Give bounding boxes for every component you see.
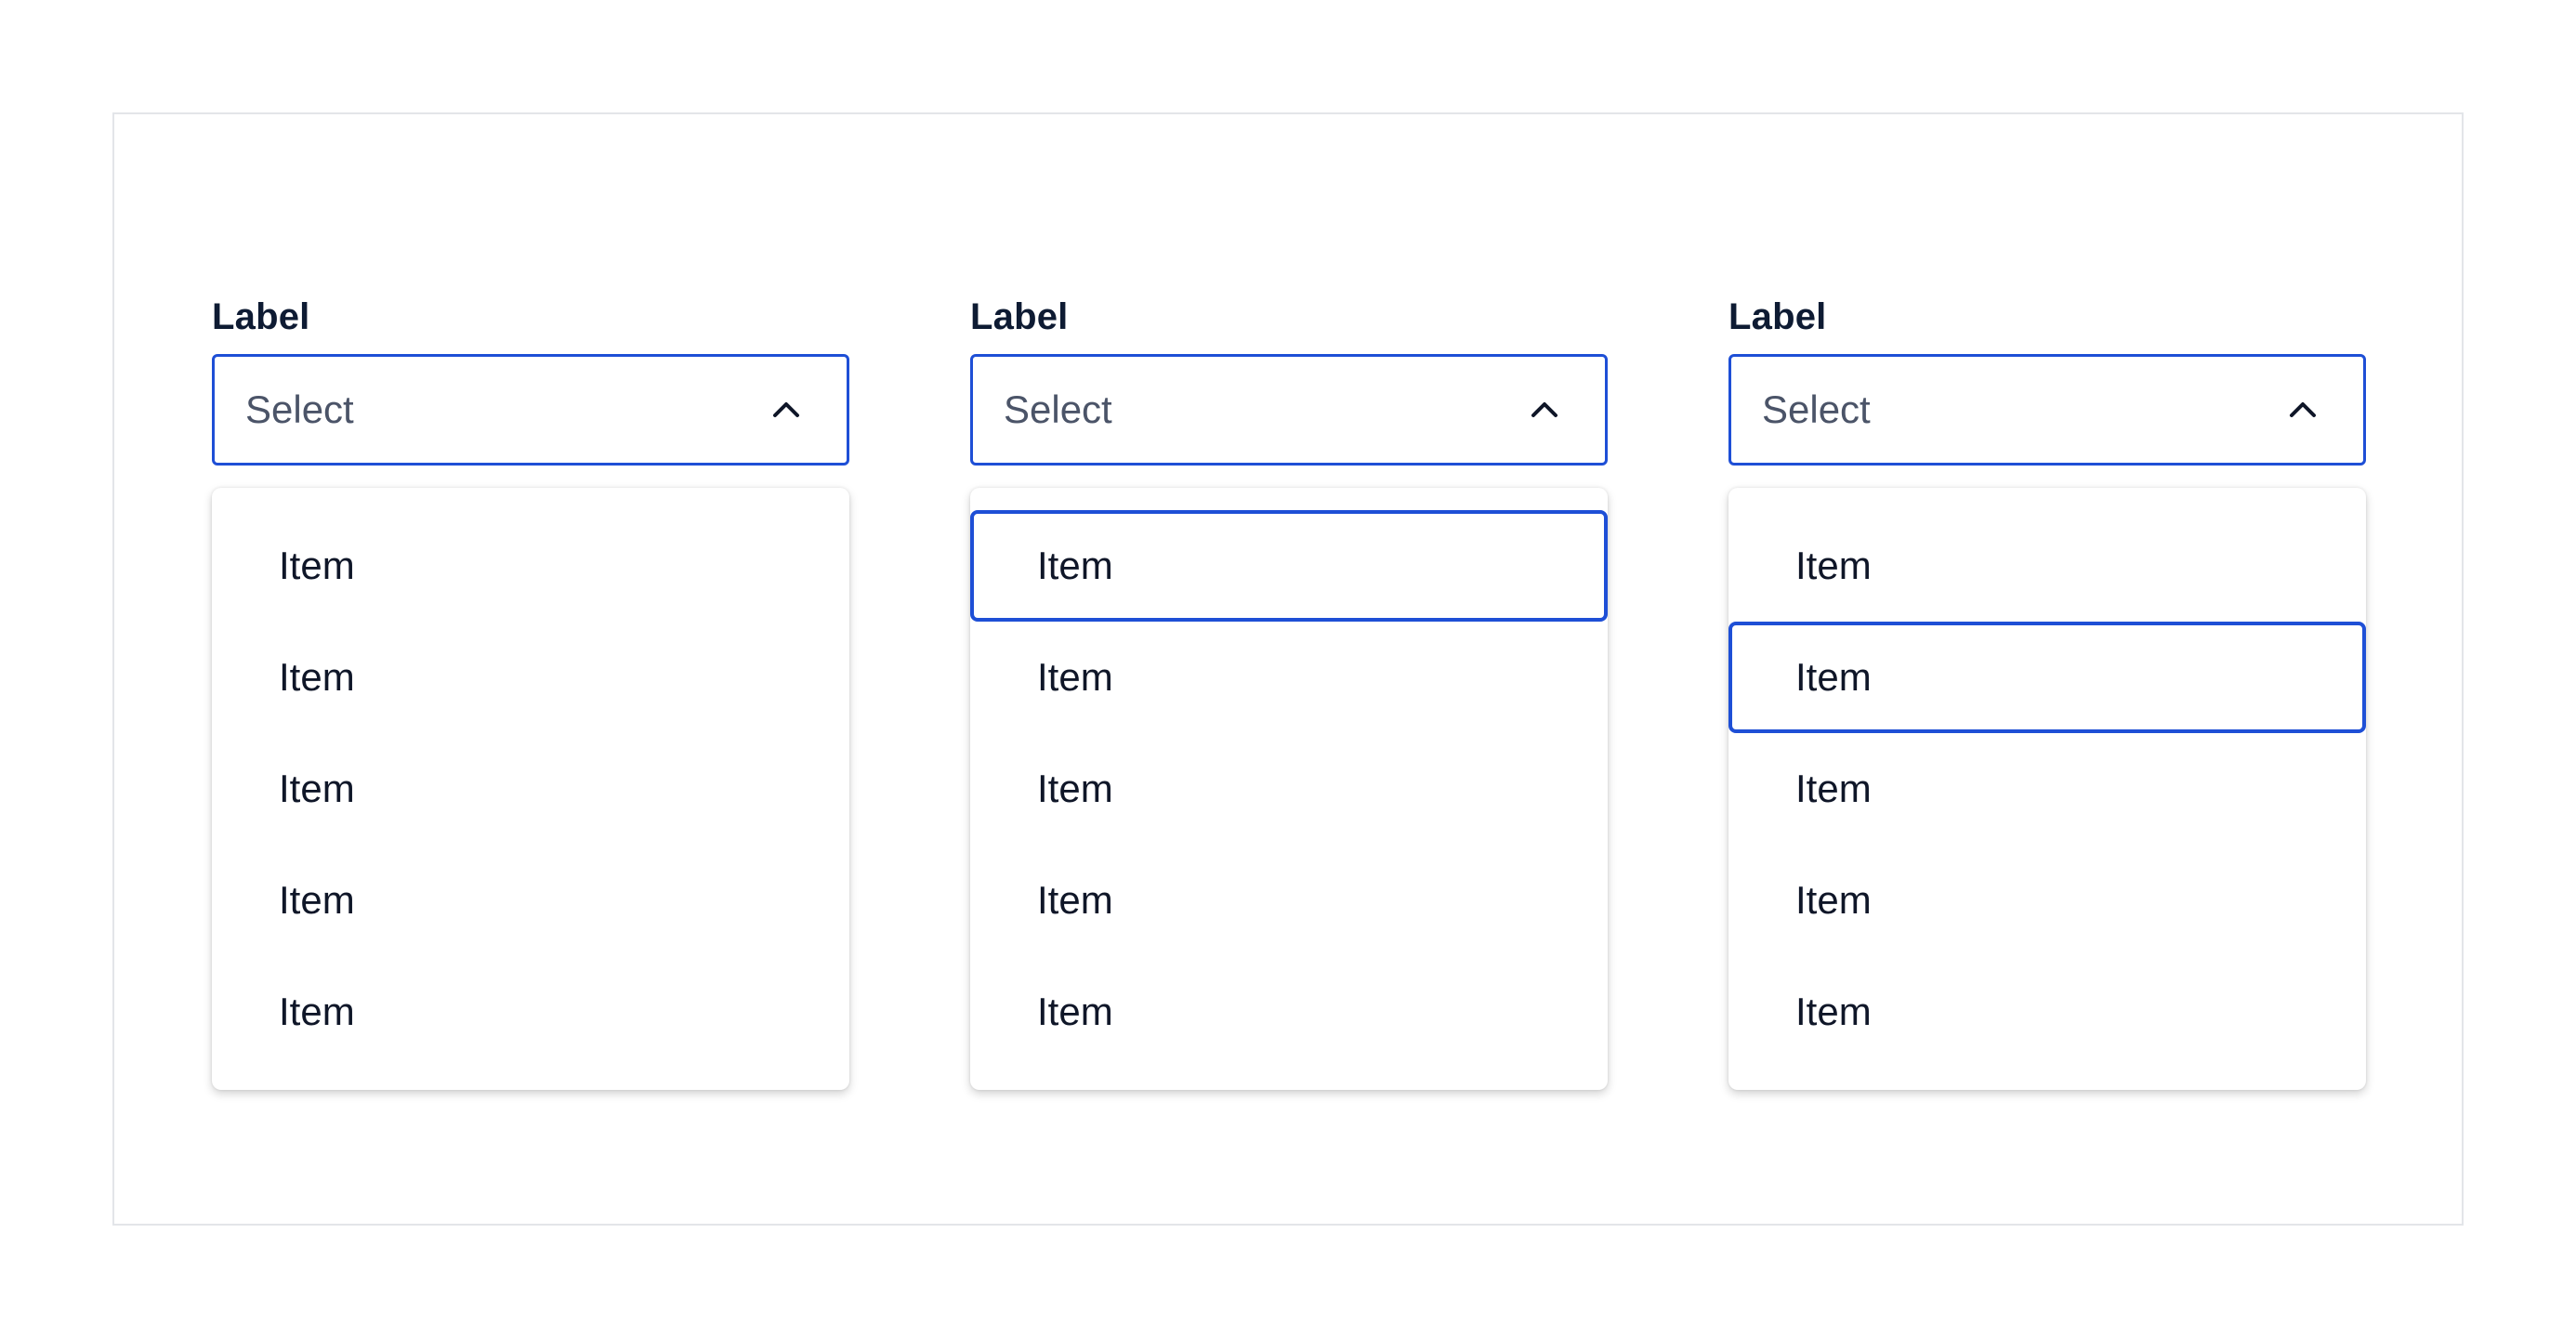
- menu-item[interactable]: Item: [212, 845, 849, 956]
- select-placeholder: Select: [1004, 387, 1112, 431]
- menu-item-label: Item: [279, 990, 355, 1033]
- menu-item[interactable]: Item: [1728, 733, 2366, 845]
- menu-item[interactable]: Item: [970, 733, 1608, 845]
- select-trigger[interactable]: Select: [1728, 354, 2366, 466]
- menu-item[interactable]: Item: [212, 510, 849, 622]
- chevron-up-icon: [769, 392, 804, 427]
- menu-item[interactable]: Item: [970, 845, 1608, 956]
- select-trigger[interactable]: Select: [970, 354, 1608, 466]
- dropdown-menu: Item Item Item Item Item: [970, 488, 1608, 1090]
- menu-item[interactable]: Item: [970, 956, 1608, 1068]
- menu-item-label: Item: [1795, 655, 1872, 699]
- menu-item-label: Item: [1795, 990, 1872, 1033]
- menu-item[interactable]: Item: [212, 622, 849, 733]
- menu-item[interactable]: Item: [1728, 510, 2366, 622]
- menu-item-label: Item: [1795, 878, 1872, 922]
- dropdown-menu: Item Item Item Item Item: [212, 488, 849, 1090]
- chevron-up-icon: [2285, 392, 2320, 427]
- menu-item-label: Item: [1037, 655, 1113, 699]
- dropdown-menu: Item Item Item Item Item: [1728, 488, 2366, 1090]
- select-placeholder: Select: [245, 387, 354, 431]
- field-label: Label: [1728, 296, 1827, 337]
- menu-item[interactable]: Item: [212, 733, 849, 845]
- menu-item-label: Item: [279, 767, 355, 810]
- menu-item-label: Item: [279, 878, 355, 922]
- dropdown-first-focused: Label Select Item Item Item Item Item: [970, 294, 1608, 1090]
- select-placeholder: Select: [1762, 387, 1871, 431]
- menu-item-label: Item: [1037, 990, 1113, 1033]
- menu-item[interactable]: Item: [212, 956, 849, 1068]
- menu-item[interactable]: Item: [1728, 845, 2366, 956]
- menu-item-label: Item: [1037, 767, 1113, 810]
- select-trigger[interactable]: Select: [212, 354, 849, 466]
- chevron-up-icon: [1527, 392, 1562, 427]
- menu-item-label: Item: [279, 544, 355, 587]
- menu-item-focused[interactable]: Item: [970, 510, 1608, 622]
- field-label: Label: [212, 296, 310, 337]
- menu-item-label: Item: [1037, 878, 1113, 922]
- field-label: Label: [970, 296, 1069, 337]
- menu-item-label: Item: [1795, 544, 1872, 587]
- menu-item[interactable]: Item: [1728, 956, 2366, 1068]
- menu-item[interactable]: Item: [970, 622, 1608, 733]
- dropdown-default: Label Select Item Item Item Item Item: [212, 294, 849, 1090]
- menu-item-label: Item: [1037, 544, 1113, 587]
- menu-item-label: Item: [1795, 767, 1872, 810]
- menu-item-focused[interactable]: Item: [1728, 622, 2366, 733]
- dropdown-second-focused: Label Select Item Item Item Item Item: [1728, 294, 2366, 1090]
- menu-item-label: Item: [279, 655, 355, 699]
